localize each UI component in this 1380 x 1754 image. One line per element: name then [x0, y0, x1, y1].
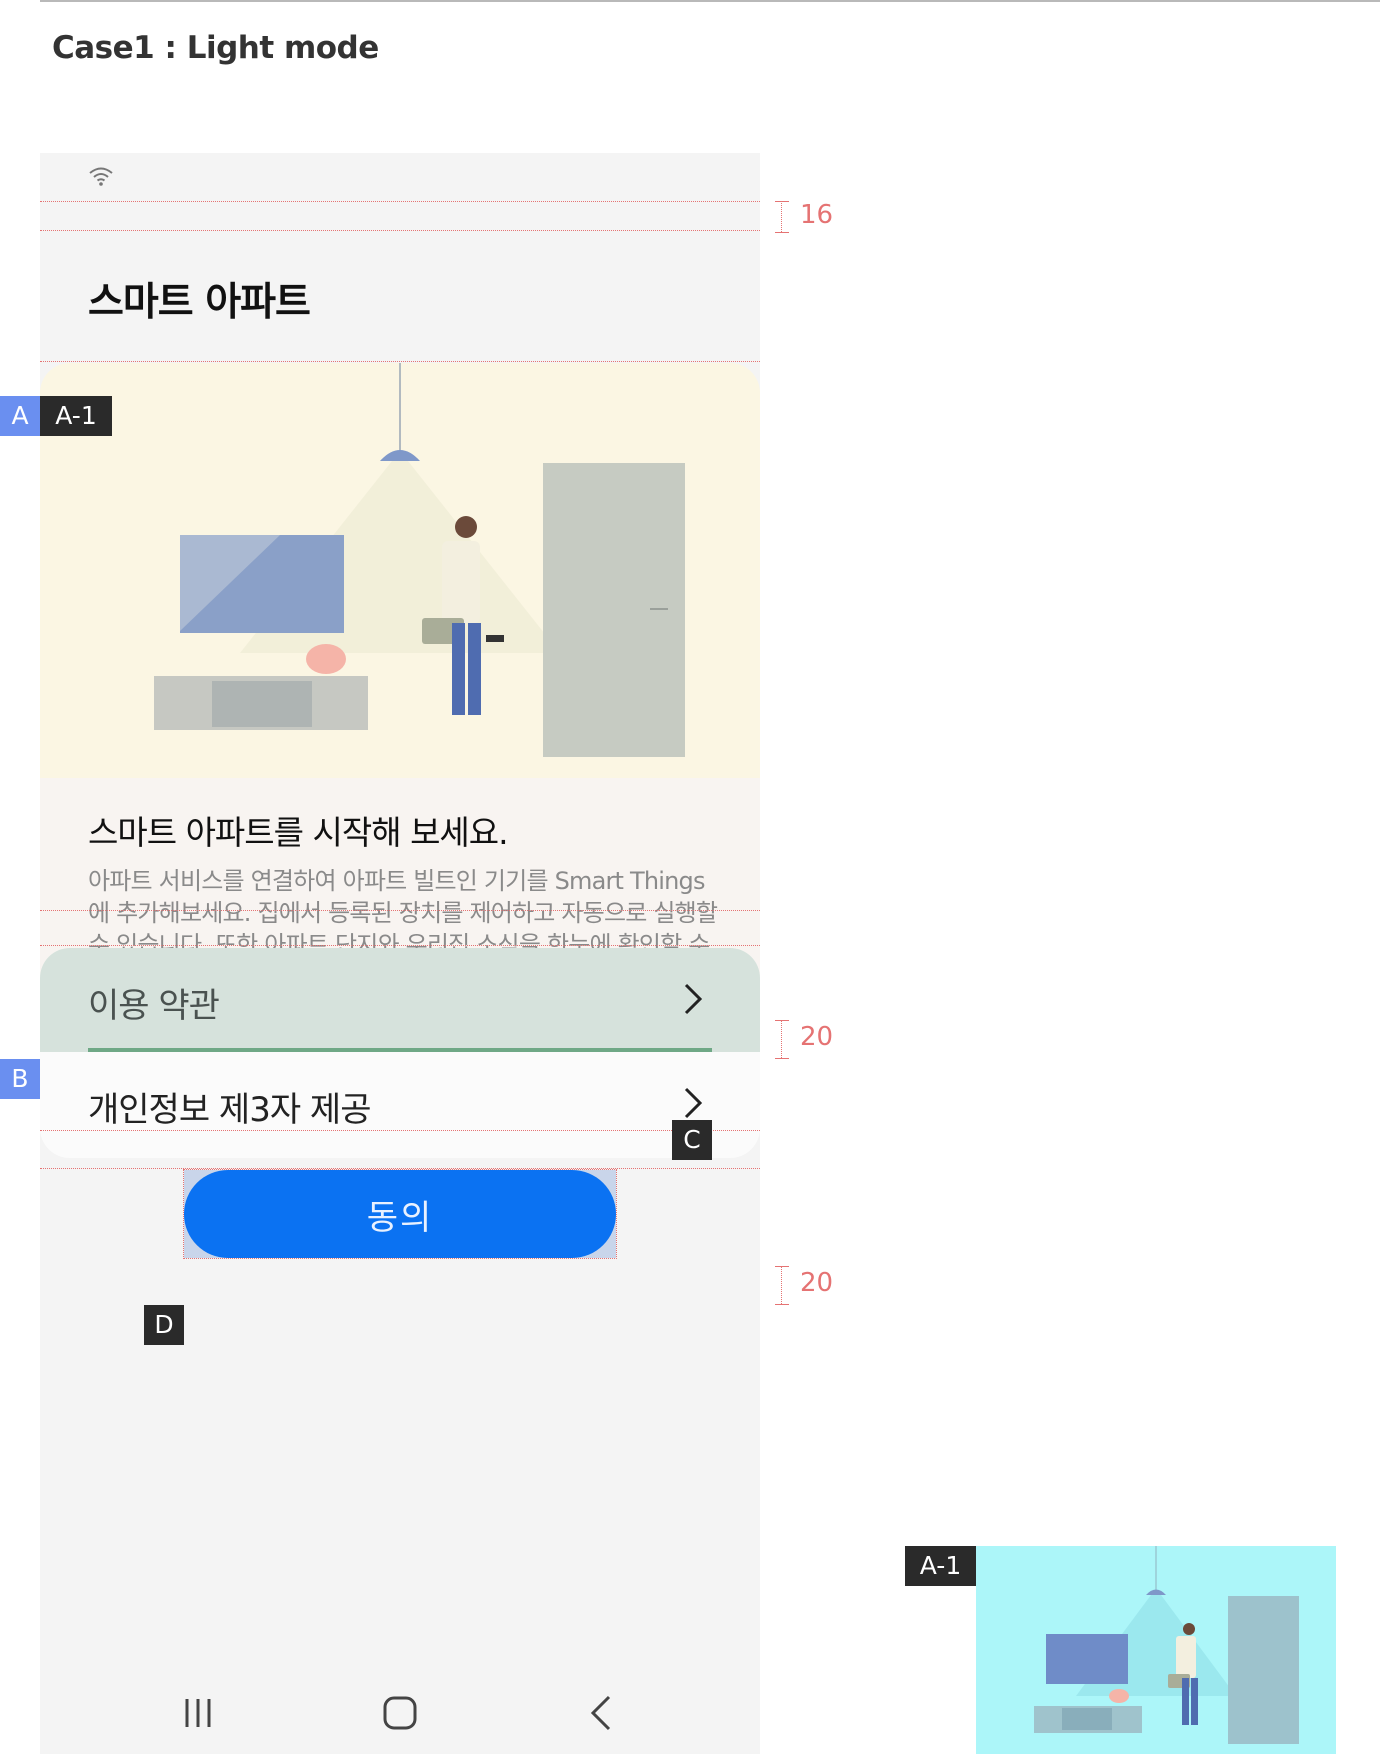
spacing-label-bottom: 20 — [800, 1268, 834, 1298]
intro-card: 스마트 아파트를 시작해 보세요. 아파트 서비스를 연결하여 아파트 빌트인 … — [40, 363, 760, 1018]
guide-line — [40, 1168, 760, 1169]
annotation-a: A — [0, 396, 40, 436]
spacing-marker-middle — [775, 1020, 789, 1059]
annotation-c: C — [672, 1120, 712, 1160]
back-icon[interactable] — [582, 1693, 622, 1733]
annotation-d: D — [144, 1305, 184, 1345]
navigation-bar — [40, 1673, 760, 1753]
guide-line — [40, 361, 760, 362]
smart-apartment-illustration — [40, 363, 760, 778]
spacing-marker-bottom — [775, 1266, 789, 1305]
spacing-label-middle: 20 — [800, 1022, 834, 1052]
guide-line — [40, 1130, 760, 1131]
phone-screen: 스마트 아파트 스마트 아파트를 시작해 보세요. 아파트 서비스를 연결하여 … — [40, 153, 760, 1754]
illustration-preview — [976, 1546, 1336, 1754]
home-icon[interactable] — [380, 1693, 420, 1733]
guide-line — [40, 945, 760, 946]
list-item-label: 이용 약관 — [88, 986, 220, 1026]
annotation-a1: A-1 — [40, 396, 112, 436]
top-divider — [40, 0, 1380, 2]
agree-button[interactable]: 동의 — [184, 1170, 616, 1258]
card-headline: 스마트 아파트를 시작해 보세요. — [88, 813, 509, 852]
annotation-b: B — [0, 1059, 40, 1099]
page-title: 스마트 아파트 — [88, 280, 311, 325]
illustration-art — [154, 363, 685, 757]
guide-line — [40, 910, 760, 911]
guide-line — [40, 201, 760, 202]
wifi-icon — [89, 167, 113, 186]
preview-art — [1034, 1546, 1299, 1744]
spacing-marker-top — [775, 201, 789, 233]
list-item-label: 개인정보 제3자 제공 — [88, 1090, 371, 1130]
case-title: Case1 : Light mode — [52, 30, 379, 66]
spacing-label-top: 16 — [800, 200, 834, 230]
guide-line — [40, 230, 760, 231]
recent-apps-icon[interactable] — [178, 1693, 218, 1733]
chevron-right-icon — [684, 983, 703, 1015]
list-item-third-party[interactable]: 개인정보 제3자 제공 — [40, 1052, 760, 1156]
preview-label: A-1 — [905, 1546, 976, 1586]
list-item-terms[interactable]: 이용 약관 — [40, 948, 760, 1052]
settings-list: 이용 약관 개인정보 제3자 제공 — [40, 948, 760, 1158]
chevron-right-icon — [684, 1087, 703, 1119]
